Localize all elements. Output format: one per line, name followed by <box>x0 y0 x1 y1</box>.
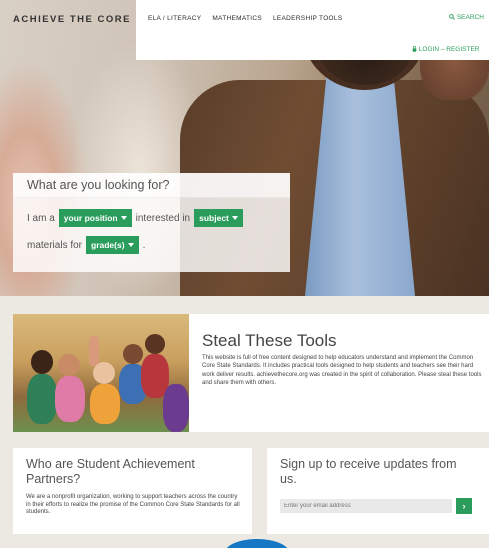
search-link[interactable]: SEARCH <box>449 14 484 21</box>
chevron-down-icon <box>127 243 134 247</box>
nav-ela[interactable]: ELA / LITERACY <box>148 15 201 22</box>
email-input[interactable] <box>280 499 452 513</box>
grades-dropdown[interactable]: grade(s) <box>86 236 139 254</box>
finder-row-2: materials for grade(s) . <box>27 236 145 254</box>
brand-logo[interactable]: ACHIEVE THE CORE <box>13 14 131 25</box>
search-icon <box>449 14 455 20</box>
interested-in-label: interested in <box>135 212 191 224</box>
who-card: Who are Student Achievement Partners? We… <box>13 448 252 534</box>
finder-period: . <box>142 239 146 251</box>
login-label: LOGIN – REGISTER <box>418 46 480 53</box>
materials-for-label: materials for <box>27 239 83 251</box>
classroom-photo <box>13 314 189 432</box>
signup-title: Sign up to receive updates from us. <box>280 457 457 486</box>
lock-icon <box>412 45 417 52</box>
position-label: your position <box>63 213 118 223</box>
steal-body: This website is full of free content des… <box>202 355 482 386</box>
signup-card: Sign up to receive updates from us. › <box>267 448 489 534</box>
chevron-down-icon <box>120 216 127 220</box>
steal-title: Steal These Tools <box>202 331 337 350</box>
chevron-down-icon <box>231 216 238 220</box>
who-body: We are a nonprofit organization, working… <box>26 494 240 515</box>
search-label: SEARCH <box>456 14 484 21</box>
signup-submit-button[interactable]: › <box>456 498 472 514</box>
main-nav: ELA / LITERACY MATHEMATICS LEADERSHIP TO… <box>148 15 342 22</box>
subject-label: subject <box>199 213 229 223</box>
login-register-link[interactable]: LOGIN – REGISTER <box>412 45 480 53</box>
position-dropdown[interactable]: your position <box>58 209 132 227</box>
who-title[interactable]: Who are Student Achievement Partners? <box>26 457 206 487</box>
blue-decorative-arc <box>224 539 290 548</box>
finder-question: What are you looking for? <box>13 173 290 198</box>
subject-dropdown[interactable]: subject <box>194 209 243 227</box>
nav-mathematics[interactable]: MATHEMATICS <box>212 15 262 22</box>
finder-row-1: I am a your position interested in subje… <box>27 209 243 227</box>
i-am-label: I am a <box>27 212 55 224</box>
nav-leadership-tools[interactable]: LEADERSHIP TOOLS <box>273 15 342 22</box>
steal-tools-section: Steal These Tools This website is full o… <box>13 314 489 432</box>
chevron-right-icon: › <box>462 501 466 511</box>
resource-finder: What are you looking for? I am a your po… <box>13 173 290 272</box>
grades-label: grade(s) <box>91 240 125 250</box>
